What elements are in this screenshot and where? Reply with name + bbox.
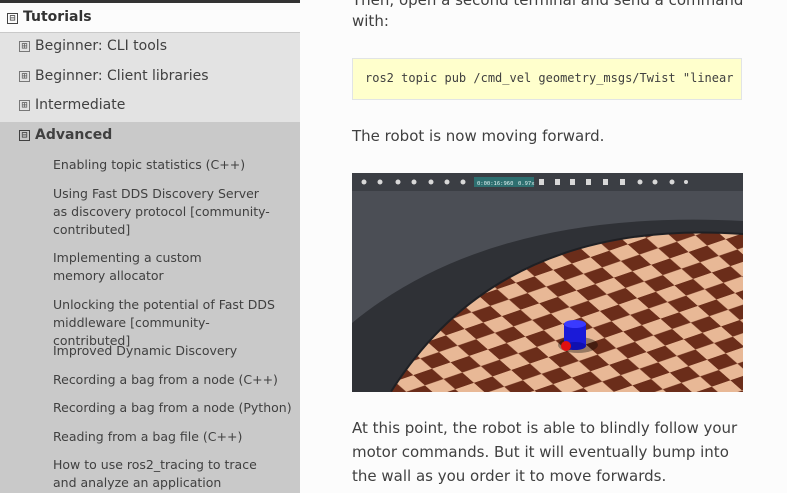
- sidebar-item-label: Tutorials: [23, 9, 92, 25]
- step-icon[interactable]: [555, 179, 560, 185]
- fast-forward-icon[interactable]: [586, 179, 591, 185]
- sidebar-nav: ⊟ Tutorials ⊞ Beginner: CLI tools ⊞ Begi…: [0, 0, 300, 493]
- sidebar-item-label: Beginner: CLI tools: [35, 38, 167, 54]
- eye-icon[interactable]: [411, 179, 417, 185]
- sim-rate: 0.97x: [518, 181, 535, 187]
- sidebar-link-reading-bag-file[interactable]: Reading from a bag file (C++): [53, 428, 293, 446]
- code-text: ros2 topic pub /cmd_vel geometry_msgs/Tw…: [365, 71, 734, 85]
- sidebar-link-discovery-server[interactable]: Using Fast DDS Discovery Server as disco…: [53, 185, 273, 239]
- sidebar-link-dynamic-discovery[interactable]: Improved Dynamic Discovery: [53, 342, 293, 360]
- paragraph-outro: At this point, the robot is able to blin…: [352, 419, 738, 485]
- pointer-icon[interactable]: [361, 179, 367, 185]
- sim-time: 0:00:16:960: [477, 181, 513, 187]
- paragraph-robot-moving: The robot is now moving forward.: [352, 127, 605, 145]
- refresh-icon[interactable]: [460, 179, 466, 185]
- sidebar-item-tutorials[interactable]: ⊟ Tutorials: [0, 3, 300, 33]
- simulator-screenshot: 0:00:16:960 0.97x: [352, 173, 743, 392]
- expand-icon[interactable]: ⊞: [19, 100, 30, 111]
- robot-top: [564, 320, 586, 328]
- overlay-icon[interactable]: [603, 179, 608, 185]
- collapse-icon[interactable]: ⊟: [19, 130, 30, 141]
- sidebar-link-bag-from-node-python[interactable]: Recording a bag from a node (Python): [53, 399, 293, 417]
- gear-icon[interactable]: [377, 179, 383, 185]
- expand-icon[interactable]: ⊞: [19, 41, 30, 52]
- sidebar-link-memory-allocator[interactable]: Implementing a custom memory allocator: [53, 249, 253, 285]
- sidebar-item-label: Advanced: [35, 127, 113, 143]
- sidebar-item-label: Beginner: Client libraries: [35, 68, 209, 84]
- volume-icon[interactable]: [669, 179, 675, 185]
- sidebar-item-label: Intermediate: [35, 97, 126, 113]
- sidebar-item-advanced[interactable]: ⊟ Advanced: [0, 122, 300, 152]
- rewind-icon[interactable]: [539, 179, 544, 185]
- collapse-icon[interactable]: ⊟: [7, 13, 18, 24]
- sidebar-item-intermediate[interactable]: ⊞ Intermediate: [0, 92, 300, 122]
- record-icon[interactable]: [620, 179, 625, 185]
- expand-icon[interactable]: ⊞: [19, 71, 30, 82]
- camera-icon[interactable]: [652, 179, 658, 185]
- sidebar-link-topic-statistics[interactable]: Enabling topic statistics (C++): [53, 156, 293, 174]
- robot-wheel: [561, 341, 571, 351]
- paragraph-intro-line2: with:: [352, 12, 389, 30]
- simulation-scene: 0:00:16:960 0.97x: [352, 173, 743, 392]
- video-icon[interactable]: [637, 179, 643, 185]
- sidebar-item-beginner-client-libraries[interactable]: ⊞ Beginner: Client libraries: [0, 63, 300, 93]
- folder-icon[interactable]: [428, 179, 434, 185]
- sidebar-item-beginner-cli[interactable]: ⊞ Beginner: CLI tools: [0, 33, 300, 63]
- globe-icon[interactable]: [395, 179, 401, 185]
- sidebar-link-bag-from-node-cpp[interactable]: Recording a bag from a node (C++): [53, 371, 293, 389]
- more-icon[interactable]: [684, 180, 688, 184]
- pause-icon[interactable]: [570, 179, 575, 185]
- code-block[interactable]: ros2 topic pub /cmd_vel geometry_msgs/Tw…: [352, 58, 742, 100]
- main-content: Then, open a second terminal and send a …: [300, 0, 787, 493]
- sidebar-link-ros2-tracing[interactable]: How to use ros2_tracing to trace and ana…: [53, 456, 275, 492]
- save-icon[interactable]: [444, 179, 450, 185]
